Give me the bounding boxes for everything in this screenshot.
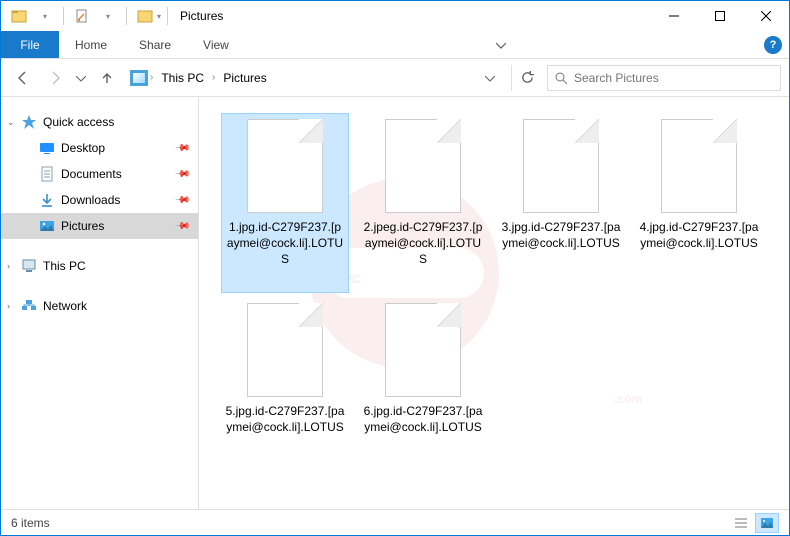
pin-icon: 📌 [173,166,190,183]
quick-access-label: Quick access [43,115,114,129]
tab-home[interactable]: Home [59,31,123,58]
expand-icon[interactable]: › [7,301,17,311]
downloads-icon [39,192,55,208]
file-name: 4.jpg.id-C279F237.[paymei@cock.li].LOTUS [635,219,763,251]
qat-properties[interactable] [70,5,94,27]
sidebar-item-label: Downloads [61,193,120,207]
svg-text:.com: .com [614,392,642,406]
sidebar-item-label: Desktop [61,141,105,155]
up-button[interactable] [93,64,121,92]
sidebar-this-pc[interactable]: › This PC [1,253,198,279]
recent-locations[interactable] [73,64,89,92]
sidebar-item-label: Documents [61,167,122,181]
search-input[interactable] [574,71,774,85]
tab-view[interactable]: View [187,31,245,58]
search-icon [554,71,568,85]
file-item[interactable]: 4.jpg.id-C279F237.[paymei@cock.li].LOTUS [635,113,763,293]
file-name: 2.jpeg.id-C279F237.[paymei@cock.li].LOTU… [359,219,487,268]
sidebar-item-downloads[interactable]: Downloads 📌 [1,187,198,213]
chevron-right-icon[interactable]: › [212,72,215,83]
sidebar-item-desktop[interactable]: Desktop 📌 [1,135,198,161]
pin-icon: 📌 [173,218,190,235]
minimize-button[interactable] [651,1,697,31]
documents-icon [39,166,55,182]
close-button[interactable] [743,1,789,31]
sidebar-item-label: Pictures [61,219,104,233]
back-button[interactable] [9,64,37,92]
file-item[interactable]: 5.jpg.id-C279F237.[paymei@cock.li].LOTUS [221,297,349,477]
collapse-icon[interactable]: ⌄ [7,117,17,128]
sidebar-item-pictures[interactable]: Pictures 📌 [1,213,198,239]
tab-share[interactable]: Share [123,31,187,58]
desktop-icon [39,140,55,156]
this-pc-label: This PC [43,259,86,273]
expand-icon[interactable]: › [7,261,17,271]
file-name: 1.jpg.id-C279F237.[paymei@cock.li].LOTUS [222,219,348,268]
refresh-button[interactable] [511,65,543,91]
pin-icon: 📌 [173,140,190,157]
window-title: Pictures [180,9,223,23]
ribbon-expand[interactable] [485,31,517,58]
sidebar: ⌄ Quick access Desktop 📌 Documents 📌 Dow… [1,97,199,509]
network-label: Network [43,299,87,313]
breadcrumb-dropdown[interactable] [478,66,502,90]
file-item[interactable]: 1.jpg.id-C279F237.[paymei@cock.li].LOTUS [221,113,349,293]
sidebar-quick-access[interactable]: ⌄ Quick access [1,109,198,135]
thumbnails-view-button[interactable] [755,513,779,533]
sidebar-item-documents[interactable]: Documents 📌 [1,161,198,187]
details-view-button[interactable] [729,513,753,533]
maximize-button[interactable] [697,1,743,31]
file-icon [385,119,461,213]
breadcrumb[interactable]: › This PC › Pictures [125,65,507,91]
file-item[interactable]: 6.jpg.id-C279F237.[paymei@cock.li].LOTUS [359,297,487,477]
forward-button[interactable] [41,64,69,92]
title-bar: ▾ ▾ ▾ Pictures [1,1,789,31]
nav-bar: › This PC › Pictures [1,59,789,97]
qat-customize[interactable] [133,5,157,27]
file-tab[interactable]: File [1,31,59,58]
qat-dropdown-2[interactable]: ▾ [96,5,120,27]
file-name: 6.jpg.id-C279F237.[paymei@cock.li].LOTUS [359,403,487,435]
file-icon [247,119,323,213]
crumb-pictures[interactable]: Pictures [217,71,272,85]
file-item[interactable]: 2.jpeg.id-C279F237.[paymei@cock.li].LOTU… [359,113,487,293]
file-name: 3.jpg.id-C279F237.[paymei@cock.li].LOTUS [497,219,625,251]
status-bar: 6 items [1,509,789,535]
file-icon [523,119,599,213]
file-item[interactable]: 3.jpg.id-C279F237.[paymei@cock.li].LOTUS [497,113,625,293]
crumb-this-pc[interactable]: This PC [155,71,210,85]
file-icon [247,303,323,397]
pictures-icon [130,70,148,86]
file-icon [661,119,737,213]
pc-icon [21,258,37,274]
star-icon [21,114,37,130]
file-pane[interactable]: PC risk .com 1.jpg.id-C279F237.[paymei@c… [199,97,789,509]
file-icon [385,303,461,397]
ribbon: File Home Share View ? [1,31,789,59]
network-icon [21,298,37,314]
search-box[interactable] [547,65,781,91]
help-button[interactable]: ? [757,31,789,58]
pictures-icon [39,218,55,234]
qat-dropdown[interactable]: ▾ [33,5,57,27]
sidebar-network[interactable]: › Network [1,293,198,319]
folder-icon [7,5,31,27]
chevron-right-icon[interactable]: › [150,72,153,83]
item-count: 6 items [11,516,50,530]
pin-icon: 📌 [173,192,190,209]
file-name: 5.jpg.id-C279F237.[paymei@cock.li].LOTUS [221,403,349,435]
